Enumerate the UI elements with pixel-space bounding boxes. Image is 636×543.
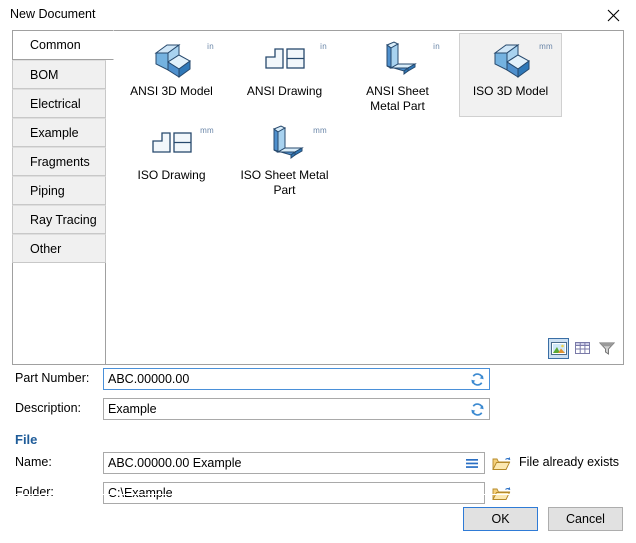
tab-other[interactable]: Other [12, 234, 106, 263]
file-name-browse-button[interactable] [491, 453, 511, 473]
template-unit-label: in [433, 42, 440, 51]
description-value: Example [108, 402, 157, 416]
tab-ray-tracing[interactable]: Ray Tracing [12, 205, 106, 234]
tab-label: Piping [30, 184, 65, 198]
file-section-header-row: File [0, 426, 636, 450]
view-toolbar [548, 338, 617, 359]
template-label: ANSI Drawing [246, 84, 323, 98]
template-item-ansi-3d-model[interactable]: in ANSI 3D Model [120, 33, 223, 117]
template-item-iso-3d-model[interactable]: mm ISO 3D Model [459, 33, 562, 117]
details-view-icon [574, 341, 591, 356]
tab-fragments[interactable]: Fragments [12, 147, 106, 176]
menu-icon [465, 458, 479, 469]
template-unit-label: mm [313, 126, 327, 135]
filter-button[interactable] [596, 338, 617, 359]
cancel-button[interactable]: Cancel [548, 507, 623, 531]
file-name-label: Name: [15, 455, 52, 469]
template-item-iso-drawing[interactable]: mm ISO Drawing [120, 117, 223, 201]
details-view-button[interactable] [572, 338, 593, 359]
description-input[interactable]: Example [103, 398, 490, 420]
template-label: ISO Drawing [137, 168, 206, 182]
file-name-row: Name: ABC.00000.00 Example File already … [0, 450, 636, 476]
tab-electrical[interactable]: Electrical [12, 89, 106, 118]
description-label: Description: [15, 401, 81, 415]
template-unit-label: in [207, 42, 214, 51]
tab-label: Ray Tracing [30, 213, 97, 227]
description-refresh-button[interactable] [468, 401, 486, 418]
footer-divider [0, 494, 636, 495]
refresh-icon [470, 402, 485, 417]
file-name-input[interactable]: ABC.00000.00 Example [103, 452, 485, 474]
tab-label: Example [30, 126, 79, 140]
template-row: mm ISO Drawing mm ISO Sheet Metal Part [120, 117, 620, 201]
part-number-refresh-button[interactable] [468, 371, 486, 388]
tab-bom[interactable]: BOM [12, 60, 106, 89]
dialog-buttons: OK Cancel [463, 507, 623, 531]
part-number-row: Part Number: ABC.00000.00 [0, 366, 636, 392]
description-row: Description: Example [0, 396, 636, 422]
template-item-ansi-drawing[interactable]: in ANSI Drawing [233, 33, 336, 117]
tab-label: Other [30, 242, 62, 256]
template-item-iso-sheet-metal-part[interactable]: mm ISO Sheet Metal Part [233, 117, 336, 201]
thumbnail-view-icon [550, 341, 567, 356]
window-title: New Document [10, 7, 96, 21]
template-unit-label: mm [539, 42, 553, 51]
file-folder-row: Folder: C:\Example [0, 480, 636, 506]
part-number-label: Part Number: [15, 371, 90, 385]
template-label: ISO 3D Model [472, 84, 549, 98]
file-name-menu-button[interactable] [463, 455, 481, 472]
file-name-value: ABC.00000.00 Example [108, 456, 242, 470]
folder-open-icon [491, 455, 511, 472]
thumbnail-view-button[interactable] [548, 338, 569, 359]
template-unit-label: in [320, 42, 327, 51]
template-label: ANSI 3D Model [130, 84, 213, 98]
file-folder-browse-button[interactable] [491, 483, 511, 503]
tab-piping[interactable]: Piping [12, 176, 106, 205]
tabstrip: Common BOM Electrical Example Fragments … [12, 30, 114, 263]
refresh-icon [470, 372, 485, 387]
title-bar: New Document [0, 0, 636, 30]
tab-example[interactable]: Example [12, 118, 106, 147]
template-label: ISO Sheet Metal Part [240, 168, 329, 197]
part-number-value: ABC.00000.00 [108, 372, 190, 386]
ok-button[interactable]: OK [463, 507, 538, 531]
template-row: in ANSI 3D Model in ANSI Drawing in ANSI… [120, 33, 620, 117]
folder-open-icon [491, 485, 511, 502]
template-grid: in ANSI 3D Model in ANSI Drawing in ANSI… [120, 33, 620, 201]
close-button[interactable] [590, 0, 636, 30]
part-number-input[interactable]: ABC.00000.00 [103, 368, 490, 390]
tab-common[interactable]: Common [12, 30, 114, 60]
template-panel: in ANSI 3D Model in ANSI Drawing in ANSI… [105, 30, 624, 365]
file-folder-label: Folder: [15, 485, 54, 499]
close-icon [607, 9, 620, 22]
form-area: Part Number: ABC.00000.00 Description: E… [0, 366, 636, 510]
tab-label: Common [30, 38, 81, 52]
tab-label: BOM [30, 68, 59, 82]
file-status-text: File already exists [519, 455, 620, 469]
template-label: ANSI Sheet Metal Part [366, 84, 429, 113]
filter-icon [598, 341, 615, 356]
template-item-ansi-sheet-metal-part[interactable]: in ANSI Sheet Metal Part [346, 33, 449, 117]
template-unit-label: mm [200, 126, 214, 135]
file-folder-input[interactable]: C:\Example [103, 482, 485, 504]
tab-label: Fragments [30, 155, 90, 169]
file-section-header: File [15, 432, 38, 447]
tab-label: Electrical [30, 97, 81, 111]
